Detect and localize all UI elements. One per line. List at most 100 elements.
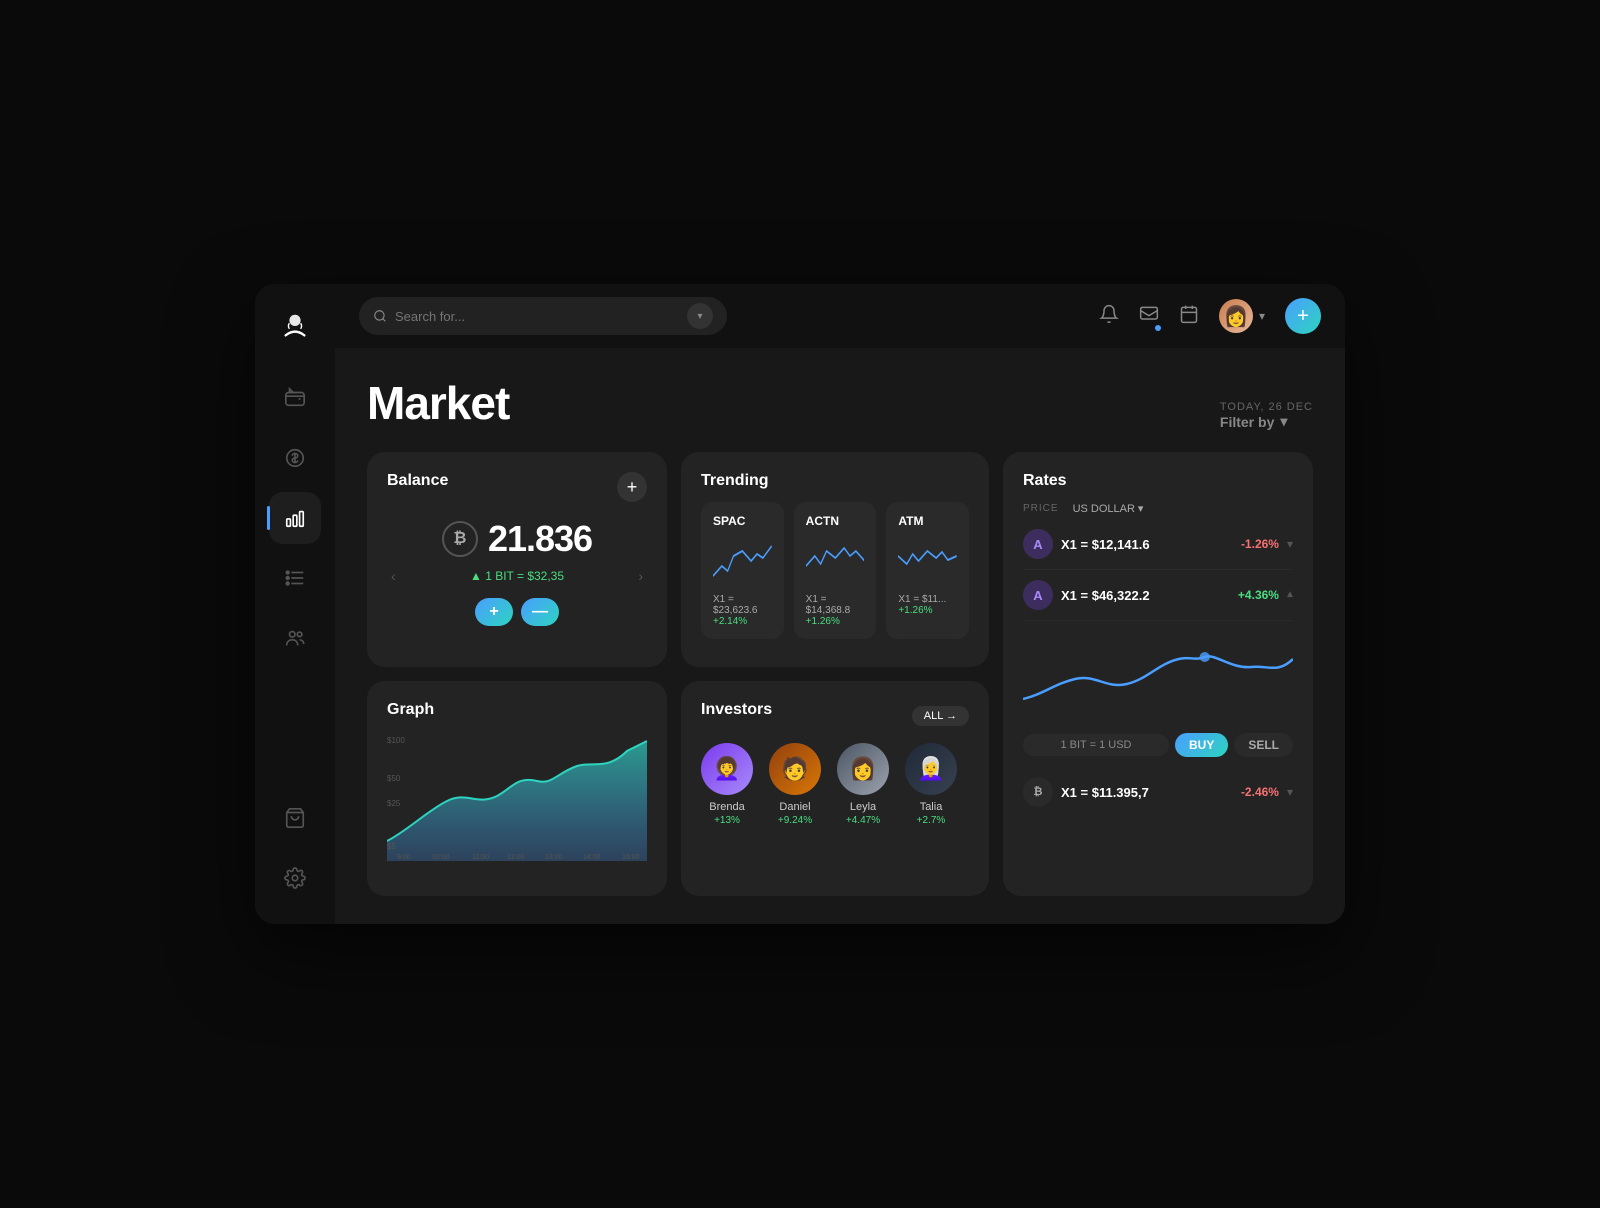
currency-chevron: ▾	[1138, 502, 1144, 515]
rates-title: Rates	[1023, 472, 1293, 490]
rates-card: Rates PRICE US DOLLAR ▾ A X1 = $12,141.6	[1003, 452, 1313, 896]
notification-icon[interactable]	[1099, 304, 1119, 329]
rate-icon-2: A	[1023, 580, 1053, 610]
investor-avatar-brenda: 👩‍🦱	[701, 743, 753, 795]
rate-chevron-1[interactable]: ▾	[1287, 537, 1293, 551]
topbar: ▾	[335, 284, 1345, 348]
rate-change-2: +4.36%	[1238, 588, 1279, 602]
balance-amount: 21.836	[488, 518, 592, 560]
trending-item-actn[interactable]: ACTN X1 = $14,368.8 +1.26%	[794, 502, 877, 639]
balance-header: Balance +	[387, 472, 647, 502]
rates-chart	[1023, 629, 1293, 719]
sidebar-item-coin[interactable]	[269, 432, 321, 484]
investor-talia[interactable]: 👩‍🦳 Talia +2.7%	[905, 743, 957, 826]
svg-text:11:00: 11:00	[472, 854, 489, 861]
message-icon[interactable]	[1139, 304, 1159, 329]
rate-chevron-3[interactable]: ▾	[1287, 785, 1293, 799]
rate-change-1: -1.26%	[1241, 537, 1279, 551]
sidebar-item-list[interactable]	[269, 552, 321, 604]
sidebar-item-settings[interactable]	[269, 852, 321, 904]
trending-item-spac[interactable]: SPAC	[701, 502, 784, 639]
trending-change-atm: +1.26%	[898, 605, 957, 616]
investor-avatar-leyla: 👩	[837, 743, 889, 795]
investor-daniel[interactable]: 🧑 Daniel +9.24%	[769, 743, 821, 826]
rate-value-2: X1 = $46,322.2	[1061, 588, 1230, 603]
sidebar-item-users[interactable]	[269, 612, 321, 664]
svg-text:13:00: 13:00	[545, 854, 563, 861]
sidebar	[255, 284, 335, 924]
app-shell: ▾	[255, 284, 1345, 924]
rate-change-3: -2.46%	[1241, 785, 1279, 799]
add-button[interactable]: +	[1285, 298, 1321, 334]
page-title: Market	[367, 376, 509, 430]
investor-avatar-talia: 👩‍🦳	[905, 743, 957, 795]
logo[interactable]	[273, 304, 317, 348]
rate-row-3[interactable]: ₿ X1 = $11.395,7 -2.46% ▾	[1023, 767, 1293, 817]
sidebar-item-wallet[interactable]	[269, 372, 321, 424]
rate-info-3: X1 = $11.395,7	[1061, 785, 1233, 800]
nav-next[interactable]: ›	[638, 568, 643, 584]
rates-header: PRICE US DOLLAR ▾	[1023, 502, 1293, 515]
trending-chart-atm	[898, 536, 957, 586]
nav-prev[interactable]: ‹	[391, 568, 396, 584]
balance-nav: ‹ 1 BIT = $32,35 ›	[387, 568, 647, 584]
investor-leyla[interactable]: 👩 Leyla +4.47%	[837, 743, 889, 826]
calendar-icon[interactable]	[1179, 304, 1199, 329]
plus-button[interactable]: +	[475, 598, 513, 626]
investor-name-daniel: Daniel	[769, 801, 821, 813]
svg-text:$25: $25	[387, 799, 401, 808]
graph-container: $100 $50 $25 $5 9:00 10:00 11:00 12:00 1…	[387, 731, 647, 861]
currency-select[interactable]: US DOLLAR ▾	[1073, 502, 1144, 515]
investor-brenda[interactable]: 👩‍🦱 Brenda +13%	[701, 743, 753, 826]
currency-label: US DOLLAR	[1073, 503, 1135, 515]
minus-button[interactable]: —	[521, 598, 559, 626]
sell-button[interactable]: SELL	[1234, 733, 1293, 757]
balance-add-button[interactable]: +	[617, 472, 647, 502]
rate-value-1: X1 = $12,141.6	[1061, 537, 1233, 552]
investors-title: Investors	[701, 701, 772, 719]
svg-text:12:00: 12:00	[507, 854, 525, 861]
svg-text:$50: $50	[387, 774, 401, 783]
investors-all-button[interactable]: ALL →	[912, 706, 969, 726]
trending-items: SPAC	[701, 502, 969, 639]
rate-row-1[interactable]: A X1 = $12,141.6 -1.26% ▾	[1023, 519, 1293, 570]
rate-icon-3: ₿	[1023, 777, 1053, 807]
investor-change-leyla: +4.47%	[837, 815, 889, 826]
trending-title: Trending	[701, 472, 969, 490]
sidebar-item-chart[interactable]	[269, 492, 321, 544]
balance-rate: 1 BIT = $32,35	[470, 569, 564, 583]
cards-grid: Balance + ₿ 21.836 ‹ 1 BIT = $32,35 › +	[367, 452, 1313, 896]
balance-title: Balance	[387, 472, 448, 490]
balance-display: ₿ 21.836	[387, 518, 647, 560]
search-input[interactable]	[395, 309, 679, 324]
rate-info-1: X1 = $12,141.6	[1061, 537, 1233, 552]
trending-change-spac: +2.14%	[713, 616, 772, 627]
avatar-button[interactable]: 👩 ▾	[1219, 299, 1265, 333]
search-bar[interactable]: ▾	[359, 297, 727, 335]
svg-text:14:00: 14:00	[583, 854, 601, 861]
rate-row-2[interactable]: A X1 = $46,322.2 +4.36% ▾	[1023, 570, 1293, 621]
trending-card: Trending SPAC	[681, 452, 989, 667]
main-area: ▾	[335, 284, 1345, 924]
graph-title: Graph	[387, 701, 647, 719]
page-header: Market TODAY, 26 DEC Filter by ▾	[367, 376, 1313, 430]
investor-change-daniel: +9.24%	[769, 815, 821, 826]
investors-card: Investors ALL → 👩‍🦱 Brenda +13%	[681, 681, 989, 896]
rate-value-3: X1 = $11.395,7	[1061, 785, 1233, 800]
trending-item-atm[interactable]: ATM X1 = $11... +1.26%	[886, 502, 969, 639]
content: Market TODAY, 26 DEC Filter by ▾ Balance…	[335, 348, 1345, 924]
filter-button[interactable]: Filter by ▾	[1220, 413, 1313, 430]
search-chevron[interactable]: ▾	[687, 303, 713, 329]
rate-chevron-2[interactable]: ▾	[1287, 588, 1293, 602]
trending-price-actn: X1 = $14,368.8	[806, 594, 865, 616]
page-header-right: TODAY, 26 DEC Filter by ▾	[1220, 401, 1313, 430]
investor-name-leyla: Leyla	[837, 801, 889, 813]
trending-chart-actn	[806, 536, 865, 586]
trending-symbol-spac: SPAC	[713, 514, 772, 528]
sidebar-item-bag[interactable]	[269, 792, 321, 844]
investor-name-talia: Talia	[905, 801, 957, 813]
avatar: 👩	[1219, 299, 1253, 333]
buy-button[interactable]: BUY	[1175, 733, 1228, 757]
investors-header: Investors ALL →	[701, 701, 969, 731]
investor-name-brenda: Brenda	[701, 801, 753, 813]
